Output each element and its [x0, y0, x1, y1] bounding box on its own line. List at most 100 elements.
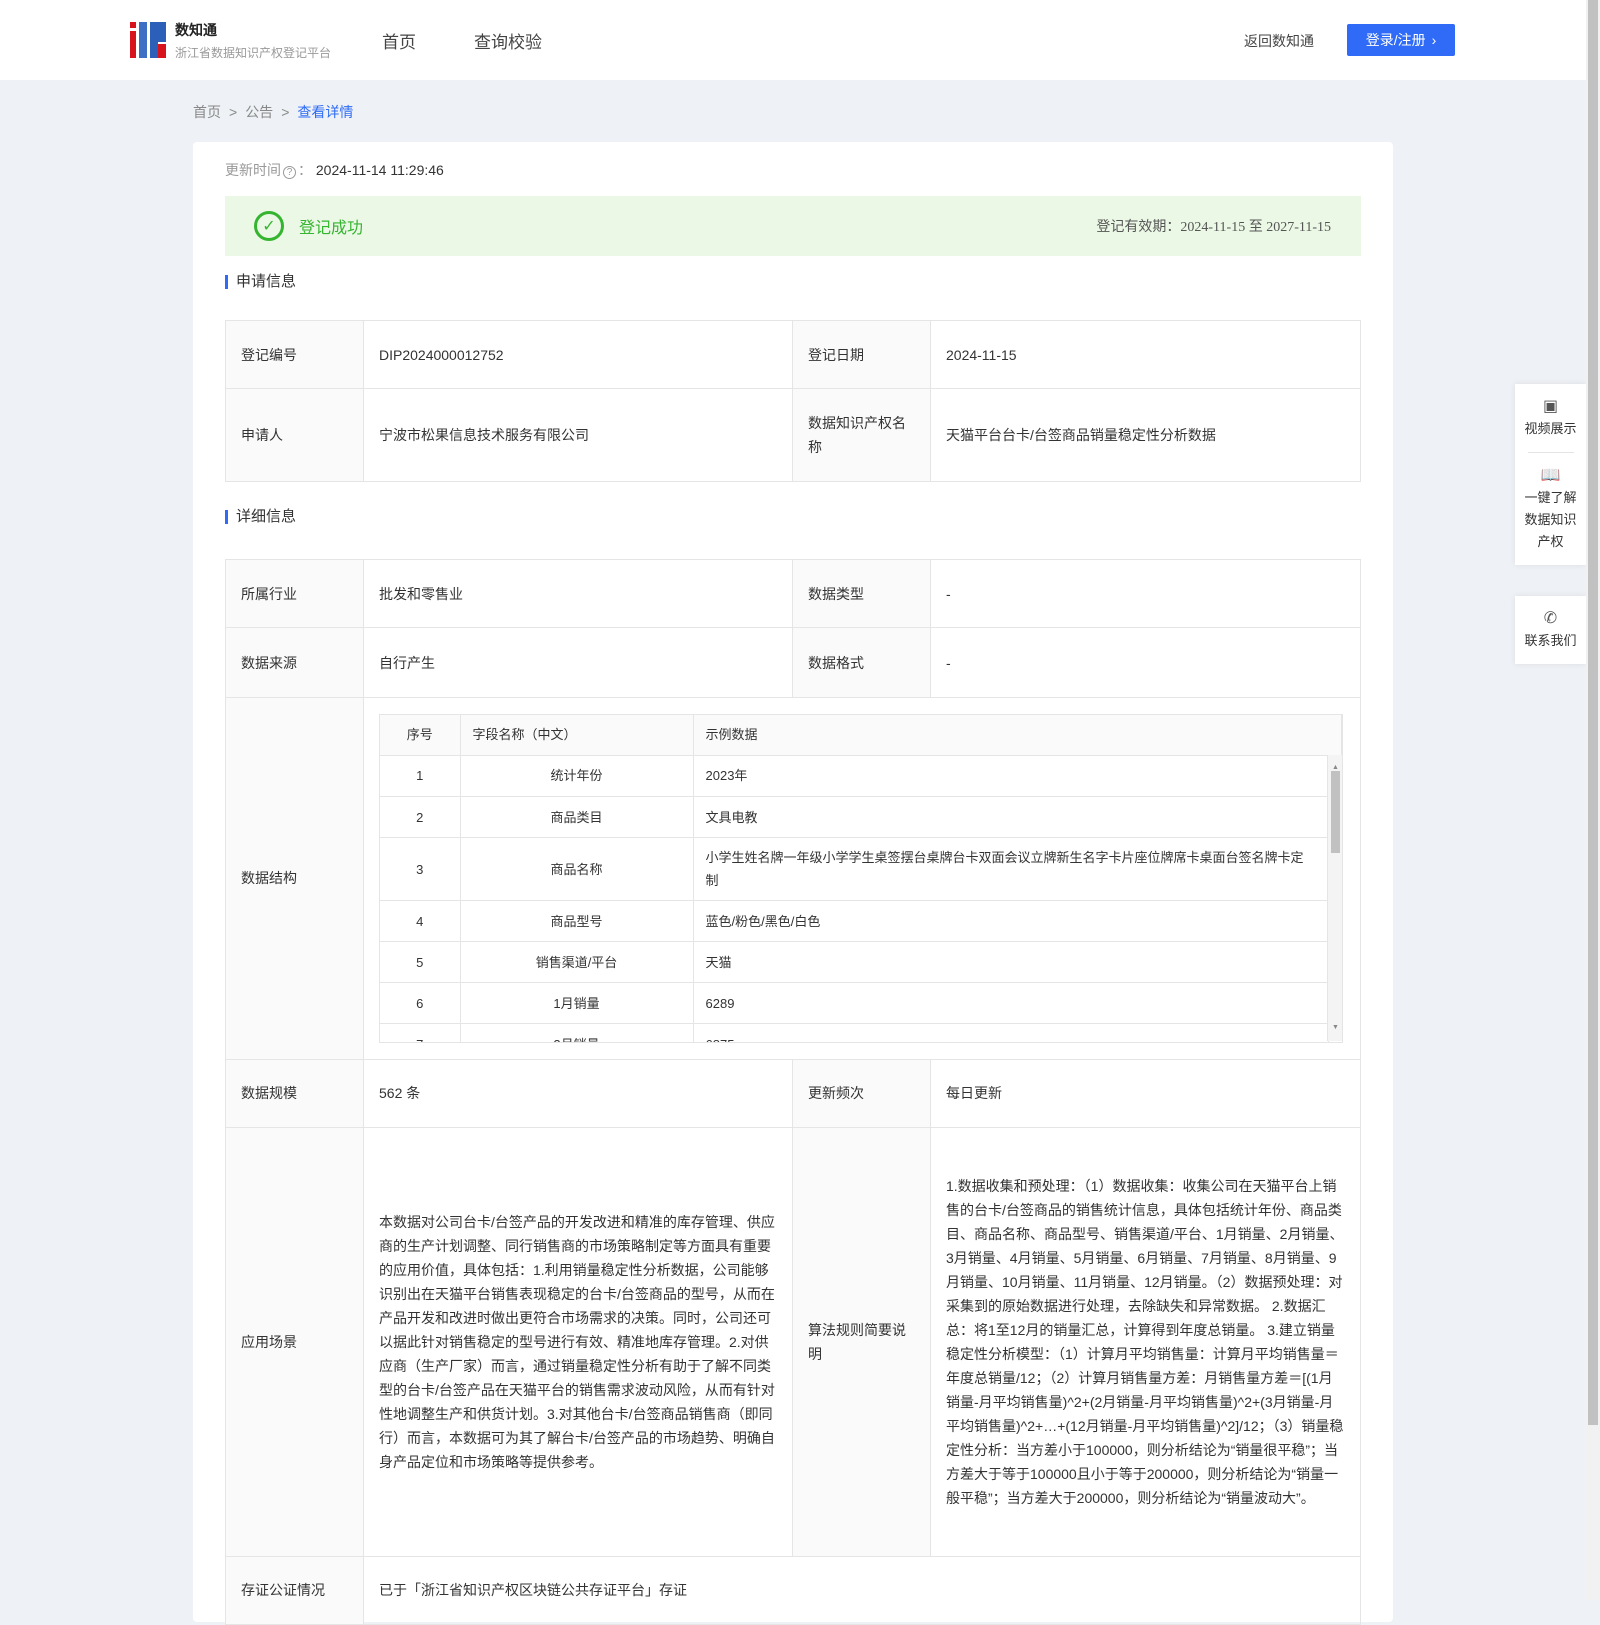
- video-button[interactable]: ▣ 视频展示: [1515, 384, 1586, 452]
- structure-row: 3 商品名称 小学生姓名牌一年级小学学生桌签摆台桌牌台卡双面会议立牌新生名字卡片座位…: [380, 837, 1329, 901]
- structure-row: 1 统计年份 2023年: [380, 755, 1329, 797]
- check-circle-icon: ✓: [254, 211, 284, 241]
- float-panel: ▣ 视频展示 📖 一键了解数据知识产权: [1515, 384, 1586, 565]
- login-register-button[interactable]: 登录/注册 ›: [1347, 24, 1455, 56]
- row-field: 统计年份: [460, 755, 694, 797]
- algo: 1.数据收集和预处理：（1）数据收集：收集公司在天猫平台上销售的台卡/台签商品的…: [930, 1126, 1361, 1557]
- source: 自行产生: [363, 627, 793, 698]
- scroll-down-icon[interactable]: ▼: [1332, 1016, 1339, 1040]
- row-field: 1月销量: [460, 982, 694, 1024]
- page-scrollbar[interactable]: [1586, 0, 1600, 1600]
- apply-table: 登记编号 DIP2024000012752 登记日期 2024-11-15 申请人 宁波…: [225, 320, 1361, 482]
- reg-no-label: 登记编号: [225, 320, 364, 389]
- contact-button[interactable]: ✆ 联系我们: [1515, 596, 1586, 664]
- cert-label: 存证公证情况: [225, 1555, 364, 1625]
- status-banner: ✓ 登记成功 登记有效期：2024-11-15 至 2027-11-15: [225, 196, 1361, 256]
- row-field: 商品名称: [460, 837, 694, 901]
- row-index: 1: [380, 755, 461, 797]
- breadcrumb-notice[interactable]: 公告: [245, 104, 273, 120]
- logo-icon: [130, 22, 166, 58]
- industry: 批发和零售业: [363, 559, 793, 628]
- col-header-index: 序号: [380, 715, 461, 756]
- source-label: 数据来源: [225, 627, 364, 698]
- login-label: 登录/注册: [1365, 32, 1426, 48]
- scale-label: 数据规模: [225, 1058, 364, 1128]
- chevron-right-icon: ›: [1431, 32, 1437, 48]
- breadcrumb-home[interactable]: 首页: [193, 104, 221, 120]
- row-field: 商品型号: [460, 900, 694, 942]
- update-time: 更新时间?： 2024-11-14 11:29:46: [225, 162, 444, 179]
- row-sample: 蓝色/粉色/黑色/白色: [693, 900, 1329, 942]
- row-sample: 2023年: [693, 755, 1329, 797]
- col-header-sample: 示例数据: [693, 715, 1342, 756]
- reg-date: 2024-11-15: [930, 320, 1361, 389]
- data-type-label: 数据类型: [792, 559, 931, 628]
- detail-table: 所属行业 批发和零售业 数据类型 - 数据来源 自行产生 数据格式 - 数据结构 序号 字段…: [225, 559, 1361, 1625]
- nav-home[interactable]: 首页: [382, 28, 416, 53]
- phone-icon: ✆: [1543, 610, 1558, 627]
- row-sample: 6875: [693, 1023, 1329, 1042]
- scale: 562 条: [363, 1058, 793, 1128]
- col-header-field: 字段名称（中文）: [460, 715, 694, 756]
- nav-query-verify[interactable]: 查询校验: [474, 28, 542, 53]
- validity-label: 登记有效期：: [1096, 220, 1181, 235]
- row-index: 2: [380, 796, 461, 838]
- row-sample: 小学生姓名牌一年级小学学生桌签摆台桌牌台卡双面会议立牌新生名字卡片座位牌席卡桌面…: [693, 837, 1329, 901]
- detail-card: 更新时间?： 2024-11-14 11:29:46 ✓ 登记成功 登记有效期：…: [193, 142, 1393, 1625]
- brand[interactable]: 数知通 浙江省数据知识产权登记平台: [175, 20, 331, 61]
- structure-row: 6 1月销量 6289: [380, 982, 1329, 1024]
- format-label: 数据格式: [792, 627, 931, 698]
- learn-button[interactable]: 📖 一键了解数据知识产权: [1515, 453, 1586, 565]
- brand-name: 数知通: [175, 22, 217, 38]
- row-sample: 天猫: [693, 941, 1329, 983]
- update-value: 2024-11-14 11:29:46: [315, 162, 444, 178]
- breadcrumb-current: 查看详情: [297, 104, 354, 120]
- algo-label: 算法规则简要说明: [792, 1126, 931, 1557]
- structure-row: 72月销量6875: [380, 1023, 1329, 1042]
- structure-label: 数据结构: [225, 697, 364, 1060]
- reg-no: DIP2024000012752: [363, 320, 793, 389]
- applicant-label: 申请人: [225, 388, 364, 482]
- ip-name-label: 数据知识产权名称: [792, 388, 931, 482]
- validity-value: 2024-11-15 至 2027-11-15: [1180, 220, 1331, 235]
- row-sample: 文具电教: [693, 796, 1329, 838]
- industry-label: 所属行业: [225, 559, 364, 628]
- structure-scrollbar[interactable]: ▲ ▼: [1327, 755, 1342, 1041]
- video-label: 视频展示: [1524, 421, 1577, 436]
- section-title-detail: 详细信息: [225, 509, 296, 524]
- contact-panel: ✆ 联系我们: [1515, 596, 1586, 664]
- row-sample: 6289: [693, 982, 1329, 1024]
- help-icon[interactable]: ?: [283, 166, 296, 179]
- back-link[interactable]: 返回数知通: [1244, 31, 1314, 51]
- structure-table: 序号 字段名称（中文） 示例数据 1 统计年份 2023年 2 商品类目 文具电教 3 商品名…: [379, 714, 1343, 1043]
- structure-scroll-area[interactable]: 1 统计年份 2023年 2 商品类目 文具电教 3 商品名称 小学生姓名牌一年级小学学生桌签摆…: [380, 755, 1342, 1042]
- status-text: 登记成功: [299, 220, 364, 237]
- book-icon: 📖: [1540, 467, 1561, 484]
- row-index: 7: [380, 1023, 461, 1042]
- structure-row: 4 商品型号 蓝色/粉色/黑色/白色: [380, 900, 1329, 942]
- scene-label: 应用场景: [225, 1126, 364, 1557]
- ip-name: 天猫平台台卡/台签商品销量稳定性分析数据: [930, 388, 1361, 482]
- row-index: 4: [380, 900, 461, 942]
- breadcrumb: 首页 > 公告 > 查看详情: [193, 104, 354, 120]
- cert: 已于「浙江省知识产权区块链公共存证平台」存证: [363, 1555, 1361, 1625]
- update-label: 更新时间: [225, 162, 281, 178]
- reg-date-label: 登记日期: [792, 320, 931, 389]
- applicant: 宁波市松果信息技术服务有限公司: [363, 388, 793, 482]
- validity: 登记有效期：2024-11-15 至 2027-11-15: [1096, 216, 1331, 236]
- film-icon: ▣: [1542, 398, 1559, 415]
- data-type: -: [930, 559, 1361, 628]
- scroll-thumb[interactable]: [1331, 771, 1340, 853]
- structure-row: 5 销售渠道/平台 天猫: [380, 941, 1329, 983]
- top-header: 数知通 浙江省数据知识产权登记平台 首页 查询校验 返回数知通 登录/注册 ›: [0, 0, 1586, 80]
- row-field: 2月销量: [460, 1023, 694, 1042]
- freq: 每日更新: [930, 1058, 1361, 1128]
- scene: 本数据对公司台卡/台签产品的开发改进和精准的库存管理、供应商的生产计划调整、同行…: [363, 1126, 793, 1557]
- structure-row: 2 商品类目 文具电教: [380, 796, 1329, 838]
- contact-label: 联系我们: [1524, 633, 1577, 648]
- row-field: 商品类目: [460, 796, 694, 838]
- row-field: 销售渠道/平台: [460, 941, 694, 983]
- brand-subtitle: 浙江省数据知识产权登记平台: [175, 46, 332, 60]
- row-index: 3: [380, 837, 461, 901]
- page-scroll-thumb[interactable]: [1588, 0, 1598, 1425]
